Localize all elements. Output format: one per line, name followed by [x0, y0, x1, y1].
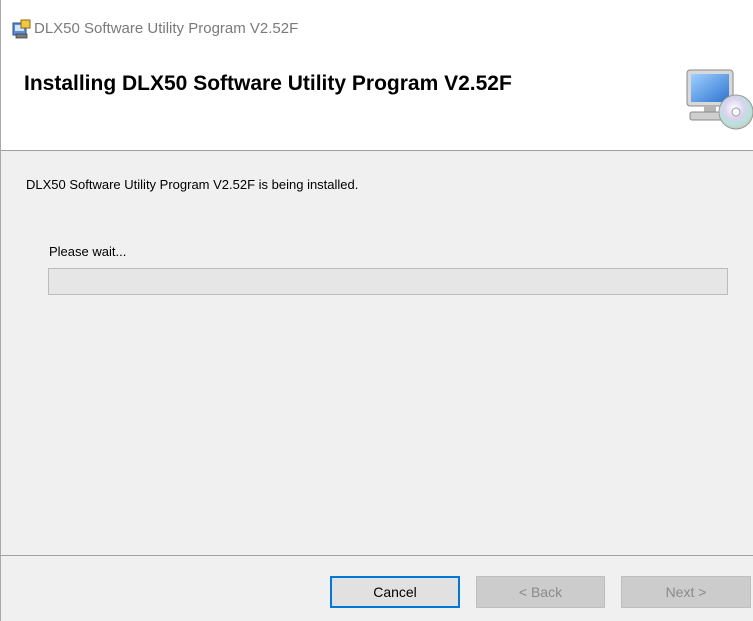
- install-status-text: DLX50 Software Utility Program V2.52F is…: [26, 177, 359, 192]
- installer-window: DLX50 Software Utility Program V2.52F In…: [0, 0, 753, 621]
- computer-cd-icon: [684, 68, 753, 132]
- footer-divider: [1, 555, 753, 556]
- header-banner: Installing DLX50 Software Utility Progra…: [1, 40, 753, 151]
- content-area: DLX50 Software Utility Program V2.52F is…: [1, 151, 753, 551]
- back-button[interactable]: < Back: [476, 576, 605, 608]
- page-title: Installing DLX50 Software Utility Progra…: [24, 72, 512, 95]
- title-bar: DLX50 Software Utility Program V2.52F: [1, 0, 753, 40]
- window-title: DLX50 Software Utility Program V2.52F: [34, 20, 299, 37]
- next-button[interactable]: Next >: [621, 576, 751, 608]
- install-progress-bar: [48, 268, 728, 295]
- please-wait-label: Please wait...: [49, 244, 127, 259]
- installer-app-icon: [12, 19, 32, 39]
- cancel-button[interactable]: Cancel: [330, 576, 460, 608]
